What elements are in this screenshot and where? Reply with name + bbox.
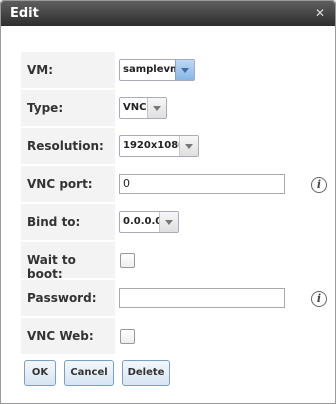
vnc-port-input-value: 0 bbox=[123, 177, 130, 190]
vm-row: VM: samplevm bbox=[21, 52, 311, 90]
password-row: Password: i bbox=[21, 280, 327, 318]
bind-to-label-cell: Bind to: bbox=[21, 204, 115, 241]
ok-button[interactable]: OK bbox=[24, 360, 56, 386]
resolution-row: Resolution: 1920x1080 bbox=[21, 128, 311, 166]
vnc-port-input[interactable]: 0 bbox=[119, 174, 285, 194]
password-label-cell: Password: bbox=[21, 280, 115, 317]
chevron-down-icon[interactable] bbox=[175, 60, 194, 80]
vm-label: VM: bbox=[27, 63, 54, 77]
chevron-down-icon[interactable] bbox=[159, 212, 178, 232]
resolution-select[interactable]: 1920x1080 bbox=[119, 135, 199, 157]
bind-to-select-value: 0.0.0.0 bbox=[123, 216, 163, 227]
vm-select-value: samplevm bbox=[123, 64, 181, 75]
vnc-web-label-cell: VNC Web: bbox=[21, 318, 115, 355]
bind-to-select[interactable]: 0.0.0.0 bbox=[119, 211, 179, 233]
chevron-down-icon[interactable] bbox=[147, 98, 166, 118]
type-select-value: VNC bbox=[123, 102, 147, 113]
wait-to-boot-checkbox[interactable] bbox=[120, 253, 135, 268]
password-label: Password: bbox=[27, 291, 97, 305]
delete-button[interactable]: Delete bbox=[122, 360, 170, 386]
vnc-port-row: VNC port: 0 i bbox=[21, 166, 327, 204]
type-label: Type: bbox=[27, 101, 64, 115]
bind-to-row: Bind to: 0.0.0.0 bbox=[21, 204, 311, 242]
dialog-title: Edit bbox=[10, 6, 39, 21]
vm-value-cell: samplevm bbox=[117, 52, 311, 88]
chevron-down-icon[interactable] bbox=[179, 136, 198, 156]
vnc-port-label: VNC port: bbox=[27, 177, 93, 191]
info-icon[interactable]: i bbox=[311, 177, 327, 193]
cancel-button[interactable]: Cancel bbox=[64, 360, 114, 386]
bind-to-label: Bind to: bbox=[27, 215, 81, 229]
vnc-port-value-cell: 0 bbox=[117, 166, 311, 202]
wait-to-boot-value-cell bbox=[117, 242, 311, 278]
wait-to-boot-label-cell: Wait to boot: bbox=[21, 242, 115, 281]
type-label-cell: Type: bbox=[21, 90, 115, 127]
password-value-cell bbox=[117, 280, 311, 316]
dialog-titlebar[interactable]: Edit ✕ bbox=[1, 1, 335, 26]
password-input[interactable] bbox=[119, 288, 285, 308]
vnc-web-value-cell bbox=[117, 318, 311, 354]
type-select[interactable]: VNC bbox=[119, 97, 167, 119]
info-icon[interactable]: i bbox=[311, 291, 327, 307]
vnc-web-label: VNC Web: bbox=[27, 329, 94, 343]
vm-label-cell: VM: bbox=[21, 52, 115, 89]
vnc-port-label-cell: VNC port: bbox=[21, 166, 115, 203]
resolution-select-value: 1920x1080 bbox=[123, 140, 186, 151]
type-row: Type: VNC bbox=[21, 90, 311, 128]
vm-select[interactable]: samplevm bbox=[119, 59, 195, 81]
resolution-label: Resolution: bbox=[27, 139, 104, 153]
wait-to-boot-label: Wait to boot: bbox=[27, 253, 76, 281]
vnc-web-row: VNC Web: bbox=[21, 318, 311, 356]
close-icon[interactable]: ✕ bbox=[313, 6, 327, 20]
wait-to-boot-row: Wait to boot: bbox=[21, 242, 311, 281]
edit-form: VM: samplevm Type: VNC Resolution: 1920x… bbox=[21, 52, 327, 356]
type-value-cell: VNC bbox=[117, 90, 311, 126]
resolution-value-cell: 1920x1080 bbox=[117, 128, 311, 164]
vnc-web-checkbox[interactable] bbox=[120, 329, 135, 344]
bind-to-value-cell: 0.0.0.0 bbox=[117, 204, 311, 240]
resolution-label-cell: Resolution: bbox=[21, 128, 115, 165]
